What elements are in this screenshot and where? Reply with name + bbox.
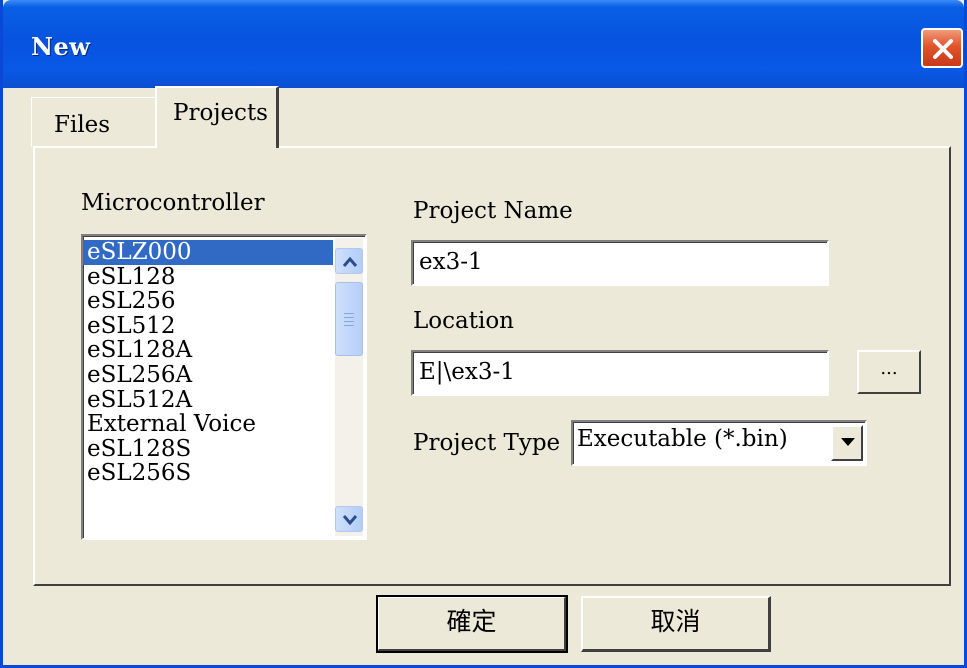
chevron-down-icon: [342, 515, 358, 526]
new-dialog: New Files Projects Microcontroller eSLZ0…: [0, 0, 967, 668]
list-item[interactable]: eSL512: [83, 314, 333, 339]
tab-files[interactable]: Files: [31, 97, 161, 147]
scroll-thumb[interactable]: [335, 282, 363, 356]
location-label: Location: [413, 308, 514, 334]
tab-files-label: Files: [54, 112, 111, 138]
window-title: New: [31, 32, 91, 61]
project-type-value: Executable (*.bin): [577, 426, 788, 452]
list-item[interactable]: eSL128S: [83, 437, 333, 462]
list-item[interactable]: eSL512A: [83, 388, 333, 413]
list-item[interactable]: eSL128A: [83, 338, 333, 363]
project-type-label: Project Type: [413, 430, 561, 456]
dropdown-button[interactable]: [831, 425, 863, 461]
title-bar[interactable]: New: [3, 0, 964, 88]
triangle-down-icon: [841, 438, 855, 446]
microcontroller-listbox[interactable]: eSLZ000 eSL128 eSL256 eSL512 eSL128A eSL…: [81, 234, 367, 540]
project-name-label: Project Name: [413, 198, 573, 224]
list-item[interactable]: eSL256S: [83, 461, 333, 486]
ok-button[interactable]: 確定: [376, 595, 568, 653]
microcontroller-label: Microcontroller: [81, 190, 265, 216]
list-item[interactable]: eSL128: [83, 265, 333, 290]
project-type-select[interactable]: Executable (*.bin): [571, 420, 867, 466]
project-name-input[interactable]: ex3-1: [411, 240, 829, 286]
vertical-scrollbar[interactable]: [335, 238, 363, 536]
scroll-up-button[interactable]: [335, 248, 363, 274]
list-item[interactable]: eSL256: [83, 289, 333, 314]
chevron-up-icon: [342, 256, 358, 267]
close-button[interactable]: [921, 28, 963, 68]
list-item[interactable]: eSL256A: [83, 363, 333, 388]
list-item[interactable]: External Voice: [83, 412, 333, 437]
tab-projects-label: Projects: [173, 100, 268, 126]
list-item[interactable]: eSLZ000: [83, 240, 333, 265]
browse-button[interactable]: ...: [857, 350, 921, 394]
scroll-down-button[interactable]: [335, 506, 363, 532]
close-icon: [933, 39, 953, 59]
cancel-button[interactable]: 取消: [581, 596, 771, 652]
tab-projects[interactable]: Projects: [155, 86, 279, 148]
location-input[interactable]: E|\ex3-1: [411, 350, 829, 396]
